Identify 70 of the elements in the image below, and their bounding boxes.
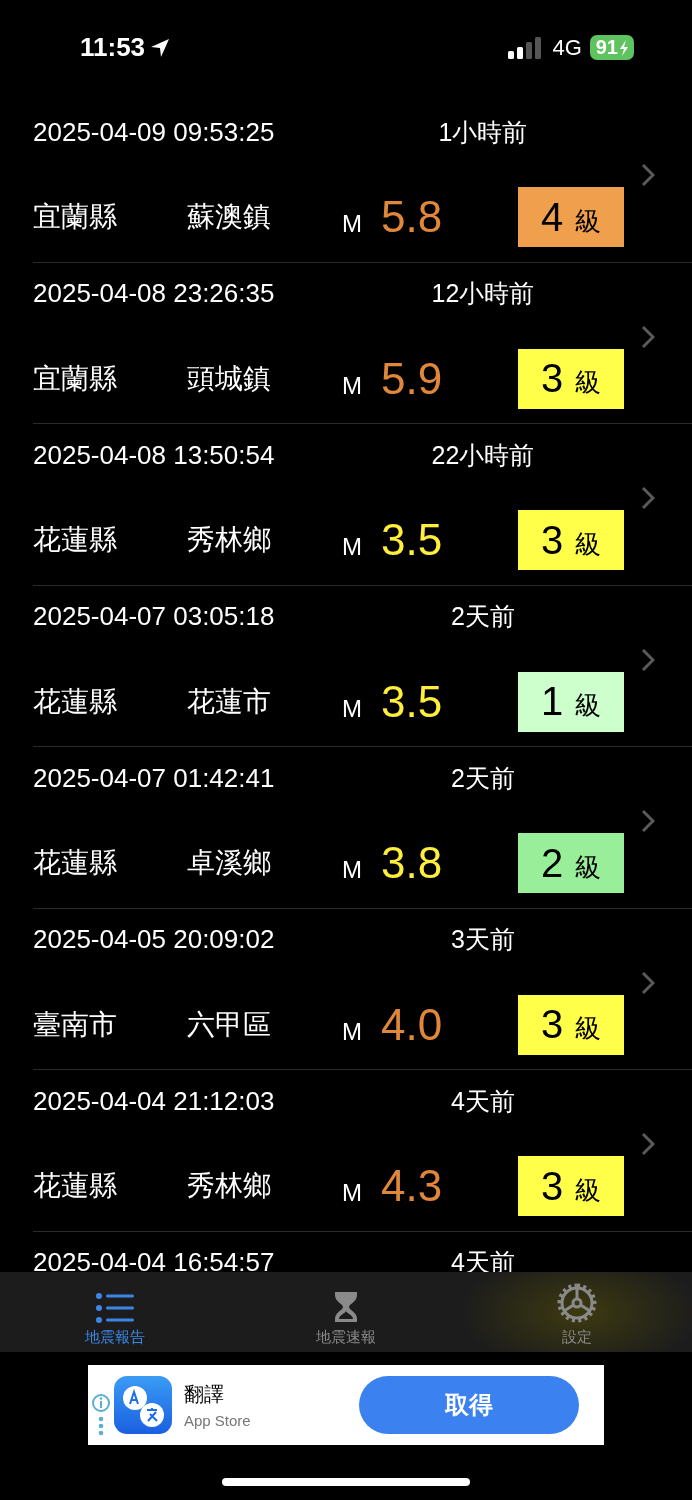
- town-name: 頭城鎮: [187, 361, 272, 396]
- report-time: 2025-04-08 13:50:54: [33, 439, 276, 471]
- location-arrow-icon: [149, 36, 172, 59]
- intensity-badge: 4 級: [518, 187, 624, 247]
- intensity-badge: 3 級: [518, 510, 624, 570]
- time-ago: 2天前: [450, 601, 516, 632]
- county-name: 宜蘭縣: [33, 200, 118, 234]
- time-ago: 4天前: [450, 1085, 516, 1117]
- town-name: 秀林鄉: [187, 1169, 272, 1203]
- report-time: 2025-04-09 09:53:25: [33, 116, 276, 148]
- town-name: 花蓮市: [187, 684, 272, 719]
- county-name: 花蓮縣: [33, 846, 118, 880]
- intensity-badge: 3 級: [518, 1156, 624, 1216]
- time-ago: 12小時前: [430, 278, 536, 309]
- intensity-badge: 3 級: [518, 348, 624, 409]
- intensity-badge: 3 級: [518, 994, 624, 1055]
- magnitude-value: 5.8: [381, 192, 444, 242]
- chevron-icon[interactable]: [641, 324, 655, 349]
- chevron-icon[interactable]: [641, 163, 655, 187]
- translate-app-icon: [114, 1376, 172, 1434]
- intensity-badge: 1 級: [518, 671, 624, 732]
- time-ago: 1小時前: [437, 116, 529, 148]
- county-name: 花蓮縣: [33, 523, 118, 557]
- battery-indicator: 91: [589, 35, 634, 60]
- county-name: 宜蘭縣: [33, 361, 118, 396]
- magnitude-prefix: M: [342, 694, 363, 723]
- report-time: 2025-04-04 21:12:03: [33, 1085, 276, 1117]
- town-name: 六甲區: [187, 1007, 272, 1042]
- time-ago: 2天前: [450, 762, 516, 794]
- tab[interactable]: 設定: [461, 1272, 692, 1352]
- magnitude-prefix: M: [342, 856, 363, 884]
- magnitude-value: 3.8: [381, 838, 444, 888]
- chevron-icon[interactable]: [641, 486, 655, 510]
- time-ago: 3天前: [450, 924, 516, 955]
- intensity-badge: 2 級: [518, 833, 624, 893]
- county-name: 花蓮縣: [33, 1169, 118, 1203]
- list-icon: [95, 1292, 136, 1324]
- chevron-icon[interactable]: [641, 809, 655, 833]
- report-time: 2025-04-07 03:05:18: [33, 601, 276, 632]
- report-time: 2025-04-08 23:26:35: [33, 278, 276, 309]
- town-name: 卓溪鄉: [187, 846, 272, 880]
- magnitude-prefix: M: [342, 1179, 363, 1207]
- town-name: 蘇澳鎮: [187, 200, 272, 234]
- report-time: 2025-04-05 20:09:02: [33, 924, 276, 955]
- network-label: 4G: [552, 34, 582, 61]
- status-time: 11:53: [80, 32, 146, 63]
- info-icon[interactable]: [91, 1392, 111, 1413]
- magnitude-prefix: M: [342, 210, 363, 238]
- chevron-icon[interactable]: [641, 647, 655, 672]
- time-ago: 22小時前: [430, 439, 536, 471]
- magnitude-value: 3.5: [381, 515, 444, 565]
- gear-icon: [555, 1282, 598, 1324]
- more-icon[interactable]: [98, 1415, 104, 1436]
- magnitude-value: 4.0: [381, 999, 444, 1050]
- chevron-icon[interactable]: [641, 970, 655, 995]
- report-time: 2025-04-07 01:42:41: [33, 762, 276, 794]
- ad-title: 翻譯: [184, 1382, 225, 1407]
- county-name: 花蓮縣: [33, 684, 118, 719]
- ad-subtitle: App Store: [184, 1412, 252, 1429]
- magnitude-value: 3.5: [381, 676, 444, 727]
- hourglass-icon: [333, 1290, 359, 1324]
- town-name: 秀林鄉: [187, 523, 272, 557]
- magnitude-value: 5.9: [381, 353, 444, 404]
- magnitude-prefix: M: [342, 371, 363, 400]
- get-button[interactable]: 取得: [359, 1376, 579, 1434]
- county-name: 臺南市: [33, 1007, 118, 1042]
- magnitude-value: 4.3: [381, 1161, 444, 1211]
- magnitude-prefix: M: [342, 1017, 363, 1046]
- magnitude-prefix: M: [342, 533, 363, 561]
- chevron-icon[interactable]: [641, 1132, 655, 1156]
